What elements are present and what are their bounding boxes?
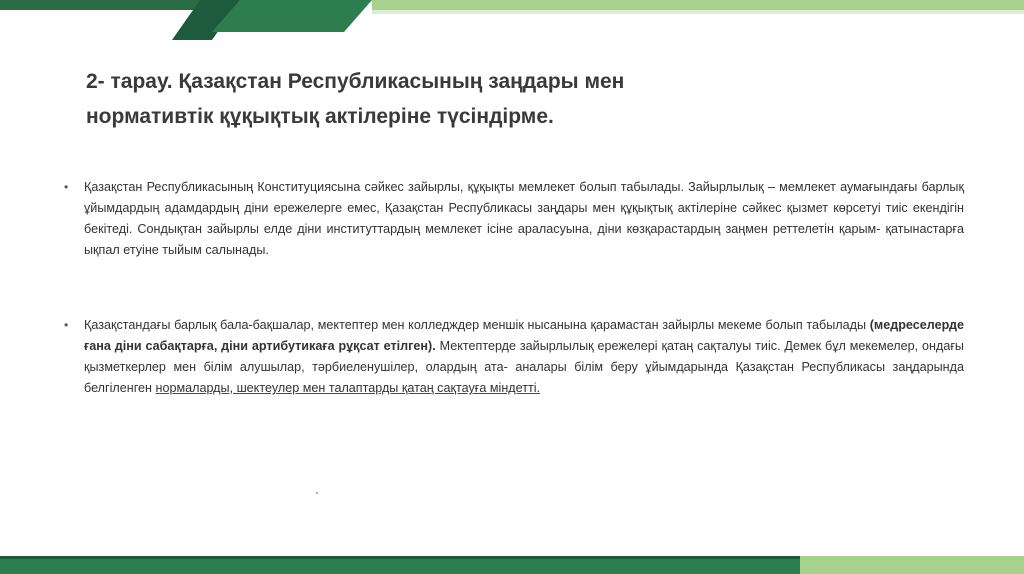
top-mid-slant: [212, 0, 372, 32]
bottom-light-bar: [800, 556, 1024, 574]
title-line-2: нормативтік құқықтық актілеріне түсіндір…: [86, 105, 554, 128]
paragraph-1-text: Қазақстан Республикасының Конституциясын…: [84, 180, 964, 257]
paragraph-2: • Қазақстандағы барлық бала-бақшалар, ме…: [64, 315, 964, 399]
top-right-light-bar: [372, 0, 1024, 10]
bottom-dark-strip: [0, 556, 800, 559]
paragraph-1: • Қазақстан Республикасының Конституцияс…: [64, 177, 964, 261]
page-title: 2- тарау. Қазақстан Республикасының заңд…: [86, 64, 786, 134]
bottom-decorative-band: [0, 556, 1024, 574]
title-line-1: 2- тарау. Қазақстан Республикасының заңд…: [86, 70, 625, 93]
top-left-bar: [0, 0, 200, 10]
stray-dot: [316, 492, 318, 494]
top-band-shapes: [0, 0, 1024, 40]
top-decorative-band: [0, 0, 1024, 40]
slide: 2- тарау. Қазақстан Республикасының заңд…: [0, 0, 1024, 574]
top-right-light-strip: [372, 10, 1024, 14]
bullet-2: •: [64, 318, 69, 332]
bottom-band-shapes: [0, 556, 1024, 574]
paragraph-2-underlined-text: нормаларды, шектеулер мен талаптарды қат…: [155, 381, 541, 395]
bullet-1: •: [64, 180, 69, 194]
paragraph-2-text-before: Қазақстандағы барлық бала-бақшалар, мект…: [84, 318, 870, 332]
